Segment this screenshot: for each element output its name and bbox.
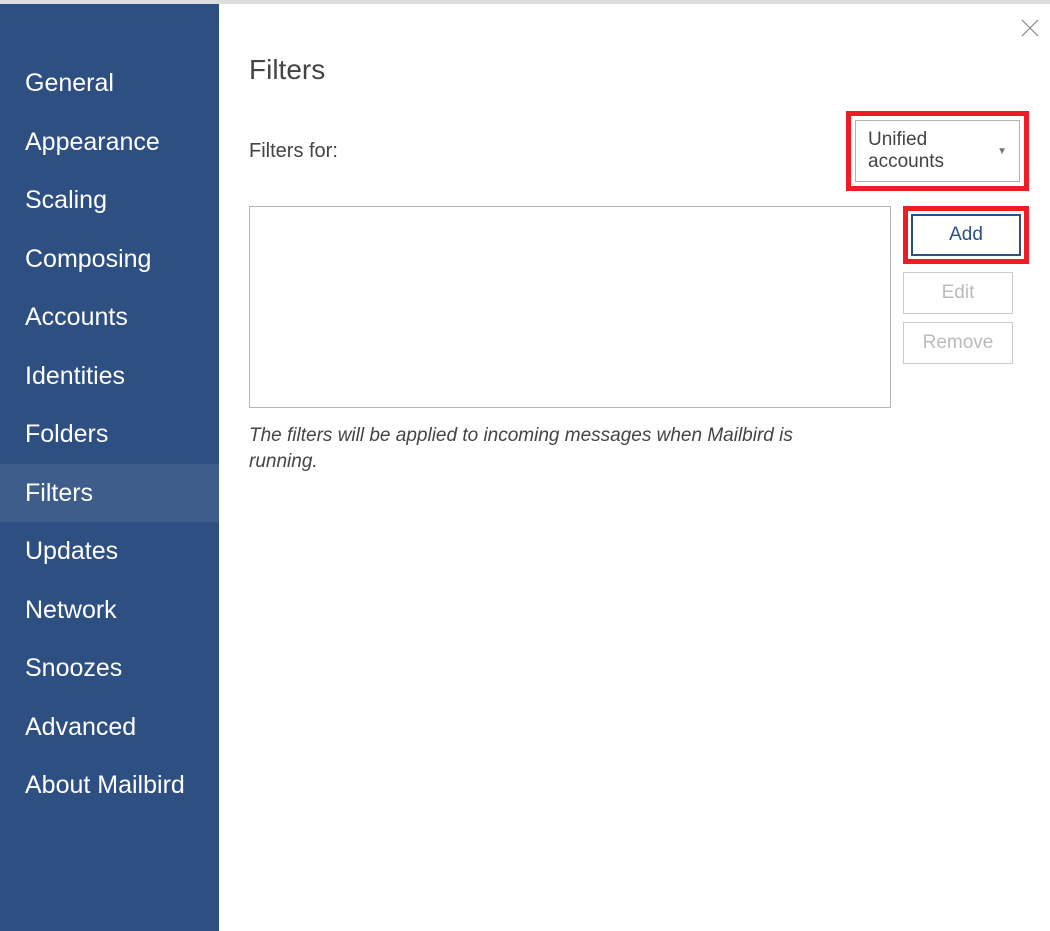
dropdown-selected-value: Unified accounts (868, 129, 997, 173)
highlight-dropdown: Unified accounts ▼ (846, 111, 1029, 191)
filters-hint: The filters will be applied to incoming … (249, 423, 799, 474)
filter-actions: Add Edit Remove (903, 206, 1029, 408)
close-button[interactable] (1021, 19, 1039, 37)
remove-button[interactable]: Remove (903, 322, 1013, 364)
filters-for-label: Filters for: (249, 140, 846, 163)
sidebar: General Appearance Scaling Composing Acc… (0, 4, 219, 931)
sidebar-item-appearance[interactable]: Appearance (0, 113, 219, 172)
sidebar-item-folders[interactable]: Folders (0, 405, 219, 464)
sidebar-item-accounts[interactable]: Accounts (0, 288, 219, 347)
sidebar-item-general[interactable]: General (0, 54, 219, 113)
sidebar-item-network[interactable]: Network (0, 581, 219, 640)
sidebar-item-about-mailbird[interactable]: About Mailbird (0, 756, 219, 815)
filters-list[interactable] (249, 206, 891, 408)
close-icon (1021, 19, 1039, 37)
highlight-add-button: Add (903, 206, 1029, 264)
sidebar-item-composing[interactable]: Composing (0, 230, 219, 289)
page-title: Filters (249, 54, 1029, 86)
edit-button[interactable]: Edit (903, 272, 1013, 314)
sidebar-item-snoozes[interactable]: Snoozes (0, 639, 219, 698)
main-panel: Filters Filters for: Unified accounts ▼ … (219, 4, 1050, 931)
sidebar-item-updates[interactable]: Updates (0, 522, 219, 581)
sidebar-item-advanced[interactable]: Advanced (0, 698, 219, 757)
chevron-down-icon: ▼ (997, 146, 1007, 157)
filters-for-dropdown[interactable]: Unified accounts ▼ (855, 120, 1020, 182)
add-button[interactable]: Add (911, 214, 1021, 256)
sidebar-item-filters[interactable]: Filters (0, 464, 219, 523)
sidebar-item-identities[interactable]: Identities (0, 347, 219, 406)
sidebar-item-scaling[interactable]: Scaling (0, 171, 219, 230)
